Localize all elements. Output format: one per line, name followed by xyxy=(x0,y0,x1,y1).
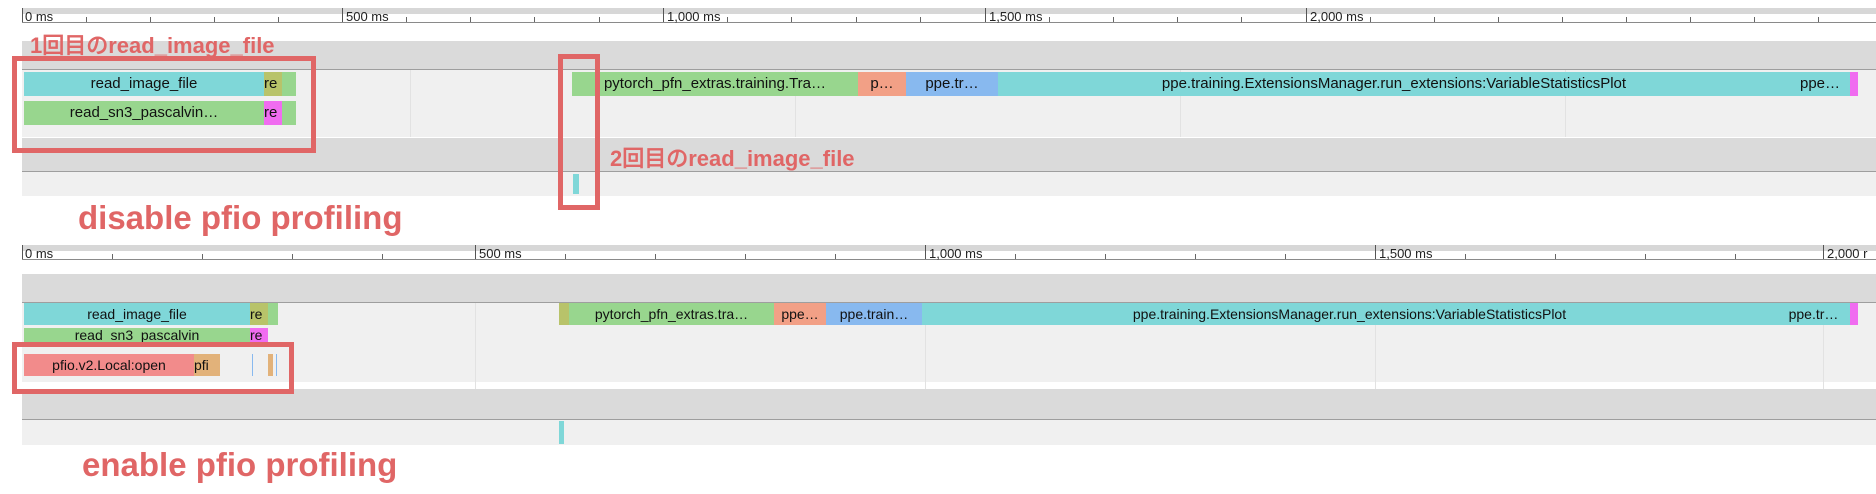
counter-track[interactable] xyxy=(22,420,1876,445)
tick-minor xyxy=(202,254,203,259)
tick-minor xyxy=(1241,17,1242,22)
tick-minor xyxy=(565,254,566,259)
tick-minor xyxy=(1465,254,1466,259)
tick-major xyxy=(342,8,343,22)
slice-re[interactable]: re xyxy=(250,303,268,325)
annotation-first-read: 1回目のread_image_file xyxy=(30,33,275,58)
slice-ppe[interactable]: ppe… xyxy=(774,303,826,325)
process-header-band[interactable] xyxy=(22,274,1876,302)
tick-minor xyxy=(1626,17,1627,22)
ruler-header-bar xyxy=(22,8,1876,14)
tick-label: 1,000 ms xyxy=(929,246,983,261)
slice-ppe-end[interactable]: ppe… xyxy=(1790,72,1850,96)
annotation-box-pfio xyxy=(12,342,294,394)
tick-label: 1,500 ms xyxy=(1379,246,1433,261)
tick-minor xyxy=(1015,254,1016,259)
annotation-second-read: 2回目のread_image_file xyxy=(610,146,855,171)
tick-minor xyxy=(920,17,921,22)
annotation-box-first xyxy=(12,56,316,153)
slice-pytorch-training[interactable]: pytorch_pfn_extras.training.Tra… xyxy=(572,72,858,96)
tick-minor xyxy=(727,17,728,22)
tick-minor xyxy=(835,254,836,259)
tick-minor xyxy=(1818,17,1819,22)
tick-minor xyxy=(1562,17,1563,22)
tick-minor xyxy=(856,17,857,22)
tick-major xyxy=(1306,8,1307,22)
tick-minor xyxy=(112,254,113,259)
slice-pytorch-training[interactable]: pytorch_pfn_extras.tra… xyxy=(569,303,774,325)
counter-mark[interactable] xyxy=(559,421,564,444)
tick-minor xyxy=(1735,254,1736,259)
tick-minor xyxy=(1195,254,1196,259)
process-header-band[interactable] xyxy=(22,389,1876,419)
tick-major xyxy=(985,8,986,22)
slice-small[interactable] xyxy=(559,303,569,325)
slice-ppe-tr[interactable]: ppe.tr… xyxy=(1777,303,1850,325)
tick-minor xyxy=(1285,254,1286,259)
tick-minor xyxy=(86,17,87,22)
tick-major xyxy=(475,245,476,259)
slice-small[interactable] xyxy=(1850,303,1858,325)
tick-minor xyxy=(278,17,279,22)
tick-label: 0 ms xyxy=(25,9,54,24)
tick-minor xyxy=(1105,254,1106,259)
tick-major xyxy=(22,8,23,22)
tick-minor xyxy=(1177,17,1178,22)
tick-major xyxy=(1375,245,1376,259)
tick-major xyxy=(663,8,664,22)
tick-minor xyxy=(1690,17,1691,22)
tick-label: 500 ms xyxy=(346,9,389,24)
tick-label: 500 ms xyxy=(479,246,522,261)
tick-minor xyxy=(599,17,600,22)
slice-small[interactable] xyxy=(1850,72,1858,96)
annotation-box-second xyxy=(558,54,600,210)
tick-minor xyxy=(655,254,656,259)
bottom-time-ruler[interactable]: 0 ms 500 ms 1,000 ms 1,500 ms 2,000 r xyxy=(22,245,1876,261)
tick-label: 1,000 ms xyxy=(667,9,721,24)
tick-label: 1,500 ms xyxy=(989,9,1043,24)
tick-minor xyxy=(1434,17,1435,22)
tick-minor xyxy=(1049,17,1050,22)
tick-minor xyxy=(534,17,535,22)
tick-minor xyxy=(1113,17,1114,22)
tick-minor xyxy=(1370,17,1371,22)
caption-disable-pfio: disable pfio profiling xyxy=(78,199,403,236)
tick-minor xyxy=(1555,254,1556,259)
tick-minor xyxy=(470,17,471,22)
tick-minor xyxy=(406,17,407,22)
tick-major xyxy=(22,245,23,259)
tick-label: 2,000 ms xyxy=(1310,9,1364,24)
tick-minor xyxy=(292,254,293,259)
grid-line xyxy=(410,70,411,137)
tick-minor xyxy=(1754,17,1755,22)
slice-ppe-train[interactable]: ppe.train… xyxy=(826,303,922,325)
tick-minor xyxy=(214,17,215,22)
tick-minor xyxy=(791,17,792,22)
tick-major xyxy=(1823,245,1824,259)
caption-enable-pfio: enable pfio profiling xyxy=(82,446,398,483)
slice-read-image-file[interactable]: read_image_file xyxy=(24,303,250,325)
tick-label: 0 ms xyxy=(25,246,54,261)
tick-minor xyxy=(1498,17,1499,22)
top-time-ruler[interactable]: 0 ms 500 ms 1,000 ms 1,500 ms 2,000 ms xyxy=(22,8,1876,24)
slice-ppe-tr[interactable]: ppe.tr… xyxy=(906,72,998,96)
tick-minor xyxy=(745,254,746,259)
tick-label: 2,000 r xyxy=(1827,246,1868,261)
slice-run-extensions[interactable]: ppe.training.ExtensionsManager.run_exten… xyxy=(998,72,1790,96)
tick-minor xyxy=(150,17,151,22)
tick-major xyxy=(925,245,926,259)
slice-run-extensions[interactable]: ppe.training.ExtensionsManager.run_exten… xyxy=(922,303,1777,325)
slice-p[interactable]: p… xyxy=(858,72,906,96)
slice-small[interactable] xyxy=(268,303,278,325)
counter-track[interactable] xyxy=(22,172,1876,196)
tick-minor xyxy=(382,254,383,259)
tick-minor xyxy=(1645,254,1646,259)
